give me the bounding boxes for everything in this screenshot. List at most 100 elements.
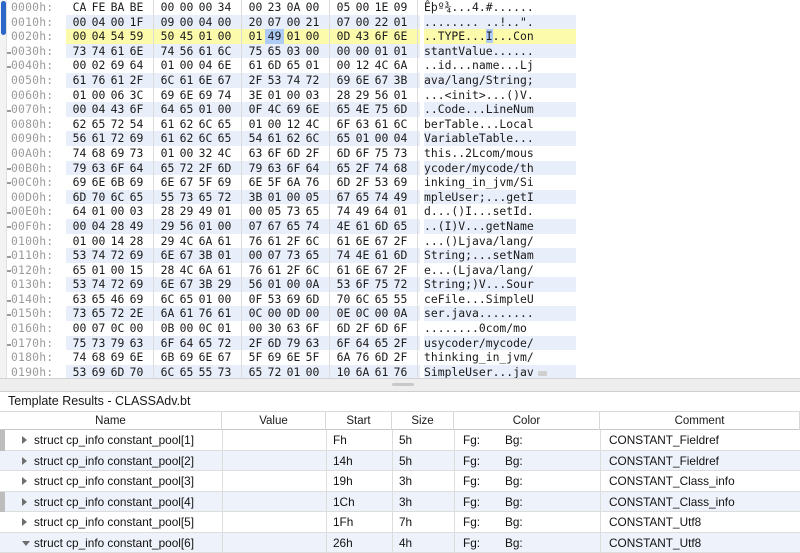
hex-byte[interactable]: 22 [372,15,391,30]
hex-ascii[interactable]: ..TYPE...I...Con [424,29,576,44]
hex-byte[interactable]: 00 [177,15,196,30]
hex-byte[interactable]: 04 [89,102,108,117]
hex-byte[interactable]: 61 [215,306,234,321]
hex-byte[interactable]: 00 [158,0,177,15]
hex-byte-group[interactable]: 73 74 61 6E [66,43,154,59]
hex-byte-group[interactable]: 2F 53 74 72 [242,72,330,88]
background-color-label[interactable]: Bg: [505,430,523,451]
hex-byte[interactable]: 61 [265,131,284,146]
hex-byte-group[interactable]: 28 4C 6A 61 [154,262,242,278]
hex-rows-container[interactable]: 0000h: CA FE BA BE 00 00 00 34 00 23 0A 00 05 00 1E 09 Êþ… [0,0,800,392]
cell-start[interactable]: 19h [326,471,392,492]
hex-bytes[interactable]: 53 74 72 69 6E 67 3B 29 56 01 00 0A 53 6F 75 72 [66,277,420,292]
hex-editor-pane[interactable]: 0000h: CA FE BA BE 00 00 00 34 00 23 0A 00 05 00 1E 09 Êþ… [0,0,800,392]
hex-byte[interactable]: 04 [196,58,215,73]
hex-byte-group[interactable]: CA FE BA BE [66,0,154,15]
hex-byte[interactable]: 00 [303,29,322,44]
hex-byte[interactable]: 74 [372,161,391,176]
hex-byte[interactable]: 01 [353,131,372,146]
cell-size[interactable]: 5h [392,430,454,451]
hex-byte[interactable]: 54 [108,29,127,44]
hex-byte[interactable]: 01 [246,117,265,132]
hex-byte[interactable]: 65 [303,204,322,219]
hex-byte-group[interactable]: 54 61 62 6C [242,131,330,146]
hex-byte[interactable]: 69 [108,350,127,365]
cell-color[interactable]: Fg: Bg: [454,491,600,512]
hex-byte[interactable]: 00 [70,29,89,44]
hex-byte[interactable]: 00 [246,204,265,219]
hex-byte[interactable]: 01 [265,277,284,292]
hex-byte[interactable]: 6F [127,102,146,117]
hex-byte[interactable]: 00 [353,44,372,59]
hex-ascii[interactable]: mpleUser;...getI [424,189,576,205]
hex-byte[interactable]: 29 [353,88,372,103]
cell-size[interactable]: 3h [392,491,454,512]
hex-byte[interactable]: 64 [177,336,196,351]
hex-byte-group[interactable]: 65 72 2F 6D [154,160,242,176]
hex-byte[interactable]: 6A [334,350,353,365]
hex-byte-group[interactable]: 76 61 2F 6C [242,233,330,249]
hex-byte[interactable]: 69 [284,102,303,117]
hex-byte-group[interactable]: 65 4E 75 6D [330,102,418,117]
hex-byte[interactable]: 67 [372,263,391,278]
hex-byte[interactable]: 05 [265,204,284,219]
hex-byte[interactable]: 01 [215,248,234,263]
hex-byte-group[interactable]: 74 56 61 6C [154,43,242,59]
hex-byte-group[interactable]: 6E 67 3B 01 [154,248,242,263]
hex-byte[interactable]: 3E [246,88,265,103]
hex-byte[interactable]: 4E [353,248,372,263]
hex-byte-group[interactable]: 79 63 6F 64 [66,160,154,176]
hex-byte[interactable]: 65 [303,248,322,263]
column-header-size[interactable]: Size [392,412,454,430]
hex-byte[interactable]: 6F [353,277,372,292]
hex-byte[interactable]: 6D [372,321,391,336]
hex-ascii[interactable]: ..id...name...Lj [424,58,576,73]
hex-byte[interactable]: 6C [391,117,410,132]
hex-byte-group[interactable]: 74 4E 61 6D [330,248,418,263]
hex-byte-group[interactable]: 6D 6F 75 73 [330,145,418,161]
hex-byte[interactable]: 14 [108,234,127,249]
hex-byte[interactable]: 01 [265,88,284,103]
hex-byte[interactable]: 5F [196,175,215,190]
hex-byte[interactable]: 12 [353,58,372,73]
hex-byte[interactable]: 6E [158,277,177,292]
hex-byte[interactable]: 61 [196,44,215,59]
hex-byte[interactable]: 72 [215,190,234,205]
hex-byte[interactable]: 4C [177,263,196,278]
hex-byte[interactable]: 01 [265,190,284,205]
hex-byte-group[interactable]: 28 29 49 01 [154,204,242,219]
hex-byte[interactable]: 61 [246,58,265,73]
hex-byte-group[interactable]: 61 62 6C 65 [154,131,242,146]
hex-byte[interactable]: 6D [334,175,353,190]
hex-byte-group[interactable]: 56 01 00 0A [242,277,330,292]
hex-byte[interactable]: 01 [303,58,322,73]
hex-byte[interactable]: 2F [284,263,303,278]
hex-byte[interactable]: 01 [372,44,391,59]
hex-byte[interactable]: 65 [177,102,196,117]
hex-byte[interactable]: 6F [284,161,303,176]
hex-byte[interactable]: 04 [89,15,108,30]
hex-byte[interactable]: 61 [265,263,284,278]
hex-bytes[interactable]: CA FE BA BE 00 00 00 34 00 23 0A 00 05 00 1E 09 [66,0,420,15]
hex-byte[interactable]: 03 [284,44,303,59]
hex-byte[interactable]: 50 [158,29,177,44]
hex-ascii[interactable]: ...<init>...()V. [424,88,576,103]
column-header-value[interactable]: Value [222,412,326,430]
hex-byte-group[interactable]: 53 74 72 69 [66,248,154,263]
hex-byte[interactable]: 74 [89,248,108,263]
hex-byte-group[interactable]: 61 76 61 2F [66,72,154,88]
hex-byte[interactable]: 73 [127,146,146,161]
hex-byte[interactable]: 00 [246,0,265,15]
hex-byte-group[interactable]: 0B 00 0C 01 [154,321,242,336]
hex-byte[interactable]: 03 [127,204,146,219]
hex-byte-group[interactable]: 61 6D 65 01 [242,58,330,73]
hex-byte-group[interactable]: 50 45 01 00 [154,29,242,44]
hex-byte[interactable]: 69 [265,350,284,365]
hex-byte[interactable]: 74 [89,277,108,292]
hex-byte-group[interactable]: 01 00 12 4C [242,116,330,132]
hex-byte[interactable]: 00 [215,292,234,307]
cell-comment[interactable]: CONSTANT_Utf8 [600,532,800,553]
hex-byte[interactable]: 20 [246,15,265,30]
hex-byte[interactable]: 46 [108,292,127,307]
hex-byte[interactable]: 61 [158,117,177,132]
